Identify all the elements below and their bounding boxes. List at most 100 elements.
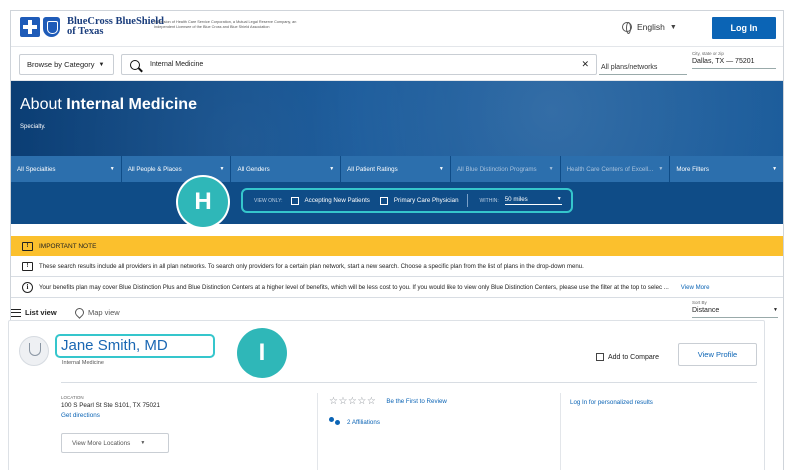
filter-people-places[interactable]: All People & Places ▼ — [122, 156, 232, 182]
provider-name-link[interactable]: Jane Smith, MD — [61, 337, 168, 354]
view-only-label: VIEW ONLY: — [254, 197, 283, 204]
brand-tagline: A Division of Health Care Service Corpor… — [154, 20, 297, 29]
filter-label: All People & Places — [127, 165, 182, 173]
sort-value-row: Distance ▼ — [692, 305, 778, 318]
search-input[interactable]: Internal Medicine ✕ — [121, 54, 597, 75]
filter-genders[interactable]: All Genders ▼ — [231, 156, 342, 182]
filter-label: Health Care Centers of Excell... — [566, 165, 654, 173]
chevron-down-icon: ▼ — [329, 166, 335, 172]
filter-label: All Genders — [237, 165, 270, 173]
divider — [317, 393, 318, 470]
page-title: About Internal Medicine — [20, 96, 197, 114]
filter-label: All Blue Distinction Programs — [456, 165, 537, 173]
badge-i: I — [237, 328, 287, 378]
badge-h: H — [178, 177, 228, 227]
view-more-link[interactable]: View More — [681, 284, 710, 291]
star-rating-icon: ☆☆☆☆☆ — [329, 396, 377, 407]
view-profile-button[interactable]: View Profile — [678, 343, 757, 366]
view-more-locations-dropdown[interactable]: View More Locations ▼ — [61, 433, 169, 453]
distance-dropdown[interactable]: 50 miles ▼ — [504, 196, 562, 205]
caret-down-icon: ▼ — [98, 61, 105, 68]
hero-banner: About Internal Medicine Specialty. — [11, 81, 783, 156]
clear-search-icon[interactable]: ✕ — [581, 59, 589, 70]
filter-specialties[interactable]: All Specialties ▼ — [11, 156, 122, 182]
list-view-tab[interactable]: List view — [11, 308, 57, 317]
chevron-down-icon: ▼ — [658, 166, 664, 172]
filter-label: All Patient Ratings — [347, 165, 398, 173]
view-only-bar: VIEW ONLY: Accepting New Patients Primar… — [241, 188, 573, 213]
bcbs-logo[interactable]: BlueCross BlueShield of Texas — [20, 16, 164, 37]
search-icon — [130, 59, 140, 70]
important-note: ! IMPORTANT NOTE ! These search results … — [11, 236, 783, 298]
list-view-label: List view — [25, 308, 57, 317]
chevron-down-icon: ▼ — [773, 307, 778, 313]
filter-patient-ratings[interactable]: All Patient Ratings ▼ — [341, 156, 451, 182]
compare-checkbox[interactable] — [596, 353, 604, 361]
map-view-tab[interactable]: Map view — [73, 306, 120, 319]
get-directions-link[interactable]: Get directions — [61, 412, 160, 419]
map-view-label: Map view — [88, 308, 120, 317]
chevron-down-icon: ▼ — [772, 166, 778, 172]
divider — [61, 382, 757, 383]
stethoscope-avatar-icon — [19, 336, 49, 366]
sort-dropdown[interactable]: Sort By Distance ▼ — [692, 300, 778, 318]
accepting-new-patients-checkbox[interactable] — [290, 196, 299, 205]
browse-by-category-dropdown[interactable]: Browse by Category ▼ — [19, 54, 114, 75]
chevron-down-icon: ▼ — [109, 166, 115, 172]
divider — [560, 393, 561, 470]
blue-shield-icon — [43, 17, 60, 37]
provider-specialty: Internal Medicine — [62, 360, 104, 366]
filter-label: All Specialties — [17, 165, 56, 173]
map-pin-icon — [73, 306, 86, 319]
provider-address: 100 S Pearl St Ste S101, TX 75021 — [61, 402, 160, 409]
title-prefix: About — [20, 96, 62, 113]
brand-line-2: of Texas — [67, 26, 104, 37]
affiliations-link[interactable]: 2 Affiliations — [329, 417, 380, 427]
filter-label: More Filters — [676, 165, 709, 173]
login-button[interactable]: Log In — [712, 17, 776, 39]
note-title: IMPORTANT NOTE — [39, 242, 97, 250]
primary-care-checkbox[interactable] — [379, 196, 388, 205]
search-bar: Browse by Category ▼ Internal Medicine ✕… — [11, 46, 783, 81]
primary-care-label: Primary Care Physician — [393, 197, 459, 204]
filter-row: All Specialties ▼ All People & Places ▼ Al… — [11, 156, 783, 182]
provider-card: Jane Smith, MD Internal Medicine Add to … — [8, 320, 765, 470]
message-icon: ! — [22, 241, 33, 251]
divider — [466, 194, 468, 207]
note-line-1: ! These search results include all provi… — [11, 256, 783, 276]
note-text-1: These search results include all provide… — [39, 262, 584, 270]
filter-more[interactable]: More Filters ▼ — [670, 156, 783, 182]
chevron-down-icon: ▼ — [438, 166, 444, 172]
chevron-down-icon: ▼ — [669, 23, 677, 31]
info-icon: i — [22, 281, 33, 293]
rating-row: ☆☆☆☆☆ Be the First to Review — [329, 396, 447, 407]
filter-panel: All Specialties ▼ All People & Places ▼ Al… — [11, 156, 783, 224]
note-header: ! IMPORTANT NOTE — [11, 236, 783, 256]
personalized-login-link[interactable]: Log In for personalized results — [570, 399, 653, 406]
more-locations-label: View More Locations — [72, 439, 131, 447]
title-specialty: Internal Medicine — [66, 96, 197, 113]
within-label: WITHIN: — [479, 197, 499, 204]
plans-networks-dropdown[interactable]: All plans/networks — [599, 54, 687, 75]
chevron-down-icon: ▼ — [548, 166, 554, 172]
note-line-2: i Your benefits plan may cover Blue Dist… — [11, 277, 783, 297]
note-text-2: Your benefits plan may cover Blue Distin… — [39, 283, 669, 291]
location-field[interactable]: City, state or zip Dallas, TX — 75201 — [692, 51, 776, 69]
distance-value: 50 miles — [504, 196, 528, 203]
location-label: LOCATION — [61, 395, 84, 400]
chevron-down-icon: ▼ — [140, 440, 146, 446]
message-icon: ! — [22, 261, 33, 271]
chevron-down-icon: ▼ — [556, 196, 562, 202]
hero-subtitle: Specialty. — [20, 124, 46, 130]
accepting-new-patients-label: Accepting New Patients — [304, 197, 370, 204]
sort-value: Distance — [692, 307, 720, 314]
add-to-compare[interactable]: Add to Compare — [596, 353, 659, 361]
chevron-down-icon: ▼ — [219, 166, 225, 172]
first-review-link[interactable]: Be the First to Review — [386, 398, 447, 405]
browse-label: Browse by Category — [27, 60, 95, 69]
blue-cross-icon — [20, 17, 40, 37]
location-field-value: Dallas, TX — 75201 — [692, 56, 776, 69]
affiliations-label: 2 Affiliations — [347, 418, 380, 426]
filter-health-care-centers: Health Care Centers of Excell... ▼ — [561, 156, 671, 182]
language-selector[interactable]: English ▼ — [622, 22, 677, 34]
